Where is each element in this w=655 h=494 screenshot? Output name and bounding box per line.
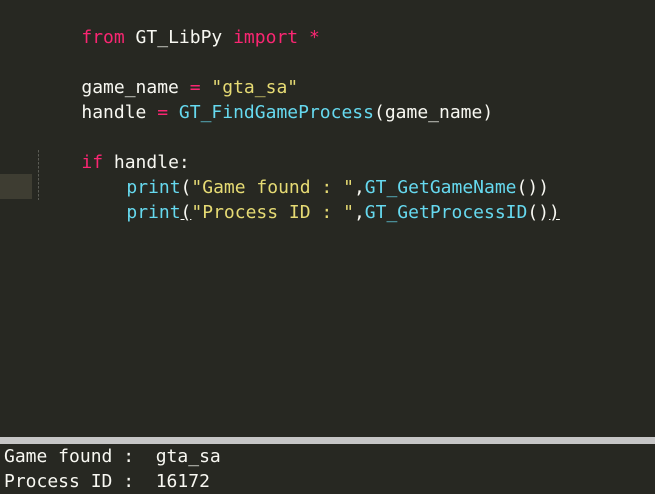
console-line: Process ID : 16172 bbox=[4, 471, 210, 492]
code-line-1[interactable]: from GT_LibPy import * bbox=[38, 0, 319, 48]
open-paren-matched: ( bbox=[180, 202, 192, 223]
string-literal: "Process ID : " bbox=[191, 202, 354, 223]
inner-parens: () bbox=[527, 202, 550, 223]
assign-operator: = bbox=[146, 102, 179, 123]
keyword-import: import bbox=[233, 27, 299, 48]
print-function: print bbox=[126, 202, 181, 223]
code-line-4[interactable]: handle = GT_FindGameProcess(game_name) bbox=[38, 75, 493, 123]
code-line-7[interactable]: print("Game found : ",GT_GetGameName()) bbox=[83, 150, 549, 198]
code-line-3[interactable]: game_name = "gta_sa" bbox=[38, 50, 298, 98]
code-line-8[interactable]: print("Process ID : ",GT_GetProcessID()) bbox=[83, 175, 560, 223]
function-args: (game_name) bbox=[373, 102, 494, 123]
function-call: GT_GetProcessID bbox=[364, 202, 528, 223]
comma: , bbox=[353, 202, 365, 223]
keyword-from: from bbox=[81, 27, 125, 48]
import-star: * bbox=[298, 27, 320, 48]
variable-handle: handle bbox=[81, 102, 147, 123]
current-line-gutter-highlight bbox=[0, 174, 32, 199]
module-name: GT_LibPy bbox=[124, 27, 234, 48]
code-editor[interactable]: from GT_LibPy import * game_name = "gta_… bbox=[0, 0, 655, 437]
close-paren-matched: ) bbox=[549, 202, 560, 223]
console-line: Game found : gta_sa bbox=[4, 446, 221, 467]
code-line-6[interactable]: if handle: bbox=[38, 125, 189, 173]
output-console: Game found : gta_sa Process ID : 16172 bbox=[0, 444, 655, 494]
panel-splitter[interactable] bbox=[0, 437, 655, 444]
function-call: GT_FindGameProcess bbox=[178, 102, 374, 123]
